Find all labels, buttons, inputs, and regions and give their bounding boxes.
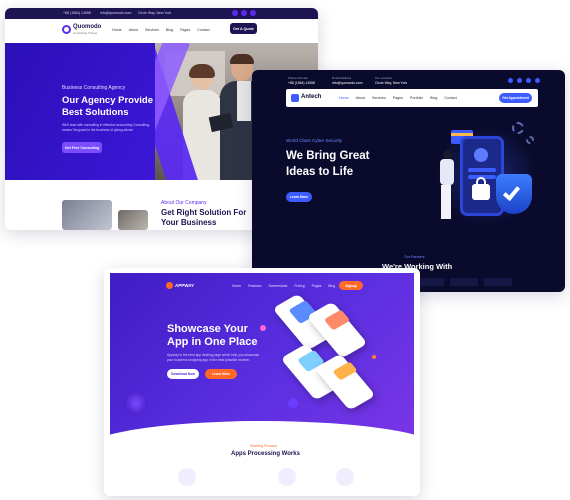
antech-navbar: Antech Home About Services Pages Portfolio Bl…	[286, 89, 538, 107]
password-field	[468, 168, 496, 172]
nav-pages[interactable]: Pages	[180, 28, 190, 32]
appway-logo-icon[interactable]	[166, 282, 173, 289]
antech-logo-icon[interactable]	[291, 94, 299, 102]
quomodo-brand-name[interactable]: Quomodo	[73, 24, 101, 30]
about-team-photo-1	[62, 200, 112, 230]
nav-home[interactable]: Home	[112, 28, 122, 32]
nav-pages[interactable]: Pages	[393, 96, 403, 100]
antech-hero-eyebrow: World Class Cyber Security	[286, 138, 343, 143]
quomodo-logo-icon[interactable]	[62, 25, 71, 34]
padlock-shackle	[476, 177, 486, 186]
get-a-quote-button[interactable]: Get A Quote	[230, 23, 257, 34]
nav-services[interactable]: Services	[372, 96, 386, 100]
antech-email-label: Email Address	[332, 76, 352, 80]
antech-phone: +88 (1564) 12658	[288, 81, 315, 85]
appway-process-title: Apps Processing Works	[231, 451, 300, 457]
process-step-icon-2	[278, 468, 296, 486]
learn-more-button[interactable]: Learn More	[286, 192, 312, 202]
quomodo-hero-title: Our Agency Provide Best Solutions	[62, 95, 153, 118]
appway-brand-name[interactable]: APPWAY	[175, 283, 194, 288]
hero-bottom-wave	[110, 421, 414, 443]
decorative-dot-2	[288, 398, 298, 408]
decorative-dot	[260, 325, 266, 331]
gear-icon	[512, 122, 524, 134]
quomodo-topbar: +88 (1564) 12658 info@quomodo.com Circle…	[5, 8, 318, 19]
nav-screenshots[interactable]: Screenshots	[268, 284, 287, 288]
quomodo-about-eyebrow: About Our Company	[161, 200, 207, 206]
quomodo-phone: +88 (1564) 12658	[63, 11, 91, 15]
get-free-consulting-button[interactable]: Get Free Consulting	[62, 142, 102, 153]
nav-blog[interactable]: Blog	[328, 284, 335, 288]
nav-about[interactable]: About	[129, 28, 138, 32]
padlock-icon	[472, 184, 490, 200]
nav-features[interactable]: Features	[248, 284, 261, 288]
antech-address-label: Our Location	[375, 76, 393, 80]
download-now-button[interactable]: Download Now	[167, 369, 199, 379]
process-step-icon-1	[178, 468, 196, 486]
twitter-icon[interactable]	[241, 10, 247, 16]
woman-figure-legs	[441, 185, 451, 219]
linkedin-icon[interactable]	[250, 10, 256, 16]
partner-logo-3	[484, 278, 512, 286]
quomodo-hero-eyebrow: Business Consulting Agency	[62, 85, 126, 91]
quomodo-nav-menu: Home About Services Blog Pages Contact	[112, 28, 217, 32]
hero-person-man-hair	[230, 54, 254, 64]
antech-page: Phone Number +88 (1564) 12658 Email Addr…	[258, 74, 559, 286]
nav-services[interactable]: Services	[145, 28, 159, 32]
appway-hero-title: Showcase Your App in One Place	[167, 323, 258, 348]
instagram-icon[interactable]	[526, 78, 531, 83]
facebook-icon[interactable]	[508, 78, 513, 83]
nav-portfolio[interactable]: Portfolio	[410, 96, 423, 100]
decorative-ring	[124, 391, 148, 415]
gear-icon-small	[526, 136, 534, 144]
hero-person-woman-hair	[189, 64, 215, 78]
woman-figure-head	[443, 150, 452, 159]
quomodo-hero-text: We'll start with consulting in effective…	[62, 123, 150, 132]
antech-hero-title: We Bring Great Ideas to Life	[286, 150, 370, 178]
nav-pages[interactable]: Pages	[312, 284, 322, 288]
antech-template-preview[interactable]: Phone Number +88 (1564) 12658 Email Addr…	[252, 70, 565, 292]
appway-template-preview[interactable]: APPWAY Home Features Screenshots Pricing Pag…	[104, 268, 420, 496]
antech-topbar: Phone Number +88 (1564) 12658 Email Addr…	[258, 74, 559, 88]
user-profile-icon	[474, 148, 488, 162]
partner-logo-1	[416, 278, 444, 286]
nav-contact[interactable]: Contact	[444, 96, 456, 100]
nav-pricing[interactable]: Pricing	[294, 284, 304, 288]
antech-brand-name[interactable]: Antech	[301, 94, 321, 100]
nav-home[interactable]: Home	[232, 284, 241, 288]
nav-blog[interactable]: Blog	[430, 96, 437, 100]
twitter-icon[interactable]	[517, 78, 522, 83]
antech-nav-menu: Home About Services Pages Portfolio Blog Conta…	[339, 96, 464, 100]
antech-email: info@quomodo.com	[332, 81, 363, 85]
antech-phone-label: Phone Number	[288, 76, 309, 80]
quomodo-about-title: Get Right Solution For Your Business	[161, 208, 247, 227]
process-step-icon-3	[336, 468, 354, 486]
nav-blog[interactable]: Blog	[166, 28, 173, 32]
antech-partners-eyebrow: Our Partners	[404, 255, 425, 259]
partner-logo-2	[450, 278, 478, 286]
nav-contact[interactable]: Contact	[197, 28, 209, 32]
antech-address: Circle Way, New York	[375, 81, 408, 85]
quomodo-brand-tagline: Consulting Theme	[73, 31, 98, 35]
facebook-icon[interactable]	[232, 10, 238, 16]
nav-about[interactable]: About	[356, 96, 365, 100]
woman-figure-body	[440, 159, 454, 185]
decorative-dot-3	[372, 355, 376, 359]
learn-more-button[interactable]: Learn More	[205, 369, 237, 379]
get-appointment-button[interactable]: Get Appointment	[499, 93, 532, 103]
appway-process-eyebrow: Working Process	[250, 444, 278, 448]
appway-hero: APPWAY Home Features Screenshots Pricing Pag…	[110, 273, 414, 443]
quomodo-address: Circle Way, New York	[138, 11, 172, 15]
hero-person-man-shirt	[237, 81, 251, 121]
quomodo-email: info@quomodo.com	[100, 11, 132, 15]
about-team-photo-2	[118, 210, 148, 230]
linkedin-icon[interactable]	[535, 78, 540, 83]
quomodo-navbar: Quomodo Consulting Theme Home About Servic…	[5, 19, 318, 43]
nav-home[interactable]: Home	[339, 96, 349, 100]
signup-button[interactable]: Signup	[339, 281, 363, 290]
appway-hero-text: Appway is the best app landing page whic…	[167, 353, 260, 362]
security-illustration	[426, 116, 546, 236]
